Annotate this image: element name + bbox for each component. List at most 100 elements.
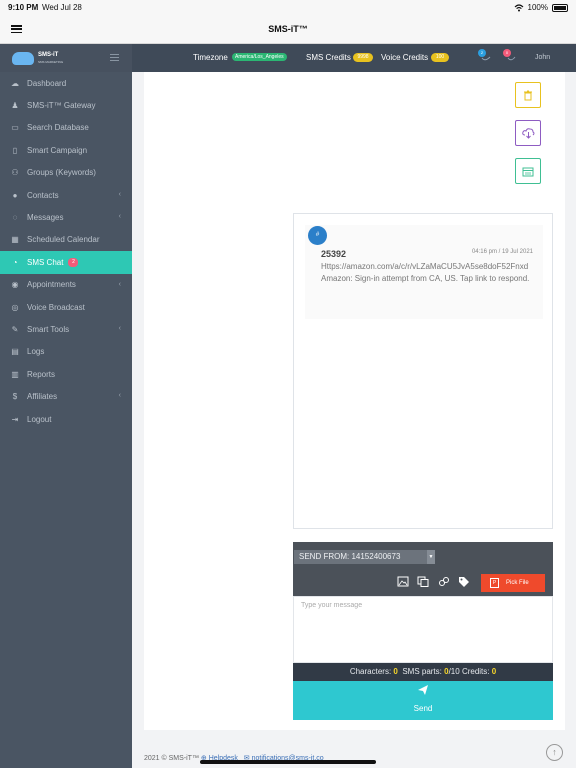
user-menu[interactable]: John [535,54,550,61]
status-indicators: 100% [514,3,568,12]
sidebar-item-sms-chat[interactable]: ◔ SMS Chat 2 [0,251,132,274]
chat-icon: ◔ [12,257,18,267]
sidebar-item-label: Search Database [27,123,89,133]
compose-box: SEND FROM: 14152400673 ▼ P Pick File Typ… [293,542,553,720]
sidebar-item-messages[interactable]: ◌ Messages ‹ [0,206,132,228]
tags-icon[interactable] [458,576,470,587]
sms-parts-label: SMS parts: [402,667,442,676]
dollar-icon: $ [12,392,18,402]
sidebar-item-label: Affiliates [27,392,58,402]
monitor-icon: ▭ [11,123,19,133]
chevron-left-icon: ‹ [118,325,121,333]
calendar-button[interactable] [515,158,541,184]
sidebar-item-voice-broadcast[interactable]: ◎ Voice Broadcast [0,296,132,318]
sms-parts-max: /10 [448,667,460,676]
file-icon: ▤ [11,347,19,357]
characters-label: Characters: [349,667,392,676]
link-icon[interactable] [438,576,450,587]
voice-credits-label: Voice Credits [381,53,429,62]
comment-icon: ◌ [12,213,18,223]
app-title: SMS-iT™ [268,24,308,34]
chevron-left-icon: ‹ [118,213,121,221]
send-button[interactable]: Send [293,681,553,720]
wrench-icon: ✎ [11,324,19,334]
phone-icon: ▯ [12,145,18,155]
sidebar-item-groups-keywords[interactable]: ⚇ Groups (Keywords) [0,162,132,184]
send-label: Send [413,704,433,713]
voice-credits-badge: 100 [431,53,449,62]
pick-file-button[interactable]: P Pick File [481,574,545,592]
image-icon[interactable] [397,576,409,587]
sidebar-item-affiliates[interactable]: $ Affiliates ‹ [0,385,132,407]
logo-text: SMS-iT [38,52,59,58]
sidebar-item-reports[interactable]: ▥ Reports [0,363,132,385]
download-button[interactable] [515,120,541,146]
logo[interactable]: SMS-iT SMS MARKETING [0,44,132,72]
sms-credits-badge: 9998 [353,53,373,62]
sidebar-item-label: Dashboard [27,78,67,88]
sidebar-item-dashboard[interactable]: ☁ Dashboard [0,72,132,94]
sidebar-toggle-icon[interactable] [110,54,119,61]
timezone-label: Timezone [193,53,228,62]
copy-icon[interactable] [417,576,429,587]
sidebar-item-smart-tools[interactable]: ✎ Smart Tools ‹ [0,318,132,340]
contact-avatar: # [308,226,327,245]
message-counter: Characters: 0 SMS parts: 0/10 Credits: 0 [293,663,553,681]
sidebar-item-badge: 2 [68,257,79,267]
status-time: 9:10 PM [8,3,39,12]
sidebar-item-label: Messages [27,213,64,223]
home-indicator [200,760,376,764]
chevron-left-icon: ‹ [118,280,121,288]
message-input[interactable]: Type your message [293,596,553,663]
credits-label: Credits: [461,667,490,676]
bar-chart-icon: ▥ [11,369,19,379]
sms-credits-label: SMS Credits [306,53,351,62]
cloud-icon: ☁ [11,78,19,88]
sidebar-item-label: Scheduled Calendar [27,235,100,245]
sidebar-item-smart-campaign[interactable]: ▯ Smart Campaign [0,139,132,161]
users-icon: ⚇ [11,168,19,178]
chat-conversation-panel[interactable]: # 25392 04:16 pm / 19 Jul 2021 Https://a… [293,213,553,529]
calendar-icon [522,167,534,176]
cloud-download-icon [521,127,534,139]
file-icon: P [490,578,499,588]
sidebar-item-label: SMS-iT™ Gateway [27,101,96,111]
messages-button[interactable]: 2 [478,49,492,64]
sidebar-item-contacts[interactable]: ● Contacts ‹ [0,184,132,206]
logout-icon: ⇥ [11,414,19,424]
sidebar: ☁ Dashboard ♟ SMS-iT™ Gateway ▭ Search Databa… [0,72,132,768]
sidebar-item-sms-it-gateway[interactable]: ♟ SMS-iT™ Gateway [0,94,132,116]
battery-icon [552,3,568,12]
notifications-count-badge: 0 [503,49,511,57]
sidebar-item-label: Smart Campaign [27,145,88,155]
scroll-top-button[interactable]: ↑ [546,744,563,761]
caret-down-icon[interactable]: ▼ [427,550,435,564]
ios-status-bar: 9:10 PM Wed Jul 28 100% SMS-iT™ [0,0,576,44]
sidebar-item-search-database[interactable]: ▭ Search Database [0,117,132,139]
timezone-badge: America/Los_Angeles [232,53,287,61]
copyright-text: 2021 © SMS-iT™ [144,755,199,762]
message-item[interactable]: # 25392 04:16 pm / 19 Jul 2021 Https://a… [305,225,543,319]
logo-subtext: SMS MARKETING [38,60,64,64]
trash-icon [524,90,532,100]
sidebar-item-logs[interactable]: ▤ Logs [0,341,132,363]
sidebar-item-scheduled-calendar[interactable]: ▦ Scheduled Calendar [0,229,132,251]
bullhorn-icon: ◉ [11,280,19,290]
message-sender: 25392 [321,249,347,259]
chevron-left-icon: ‹ [118,392,121,400]
sidebar-item-label: Groups (Keywords) [27,168,96,178]
notifications-button[interactable]: 0 [503,49,517,64]
battery-percent: 100% [527,3,548,12]
sidebar-item-label: Voice Broadcast [27,302,85,312]
messages-count-badge: 2 [478,49,486,57]
status-date: Wed Jul 28 [42,3,82,12]
send-from-select[interactable]: SEND FROM: 14152400673 [294,550,435,564]
message-timestamp: 04:16 pm / 19 Jul 2021 [471,249,533,255]
top-bar: SMS-iT SMS MARKETING Timezone America/Lo… [0,44,576,72]
sidebar-item-logout[interactable]: ⇥ Logout [0,408,132,430]
calendar-icon: ▦ [11,235,19,245]
sidebar-item-appointments[interactable]: ◉ Appointments ‹ [0,274,132,296]
sidebar-item-label: Logs [27,347,45,357]
delete-button[interactable] [515,82,541,108]
android-icon: ♟ [11,101,19,111]
